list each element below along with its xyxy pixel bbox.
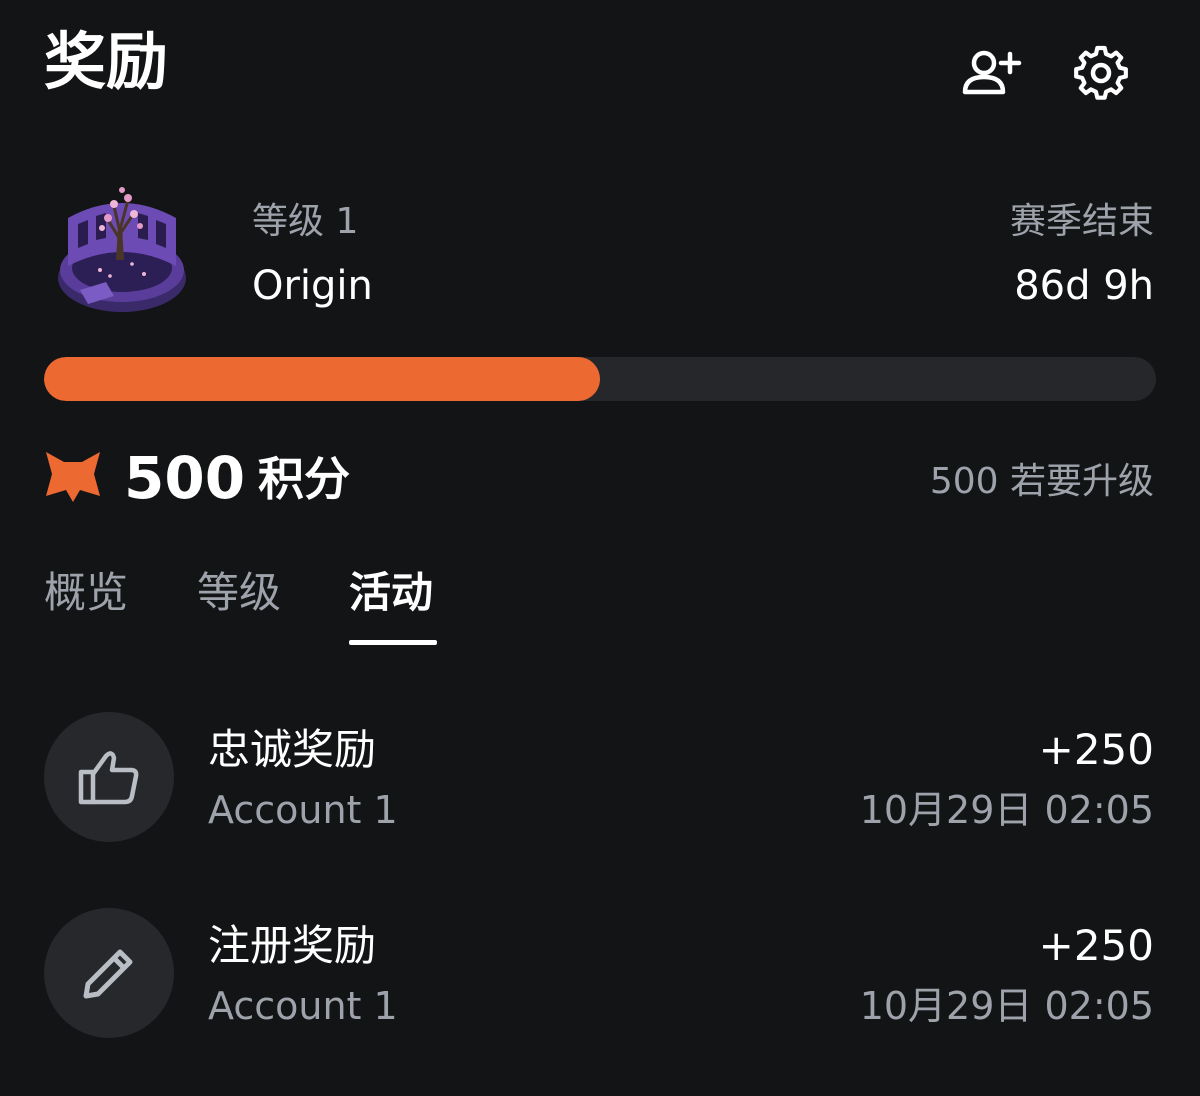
activity-points: +250: [1038, 725, 1154, 774]
level-name: Origin: [252, 263, 373, 309]
tab-levels[interactable]: 等级: [197, 566, 281, 620]
season-remaining: 86d 9h: [1014, 263, 1154, 309]
level-progress-bar: [44, 357, 1156, 401]
upgrade-requirement: 500 若要升级: [929, 461, 1154, 502]
list-item[interactable]: 注册奖励 Account 1 +250 10月29日 02:05: [0, 890, 1200, 1060]
tab-overview[interactable]: 概览: [44, 566, 128, 620]
settings-button[interactable]: [1066, 38, 1136, 108]
activity-title: 忠诚奖励: [208, 725, 377, 774]
season-end-label: 赛季结束: [1009, 201, 1154, 242]
thumbs-up-icon: [78, 751, 139, 805]
fox-points-icon: [44, 450, 102, 504]
level-label: 等级 1: [252, 201, 359, 242]
list-item[interactable]: 忠诚奖励 Account 1 +250 10月29日 02:05: [0, 694, 1200, 864]
points-unit: 积分: [258, 452, 350, 506]
active-tab-indicator: [349, 640, 437, 645]
add-user-button[interactable]: [956, 38, 1026, 108]
tab-activity[interactable]: 活动: [349, 566, 433, 620]
activity-account: Account 1: [208, 788, 398, 832]
activity-timestamp: 10月29日 02:05: [859, 788, 1154, 832]
activity-points: +250: [1038, 921, 1154, 970]
level-progress-fill: [44, 357, 600, 401]
activity-icon-badge: [44, 908, 174, 1038]
pencil-icon: [83, 949, 133, 999]
points-value: 500: [124, 444, 246, 512]
person-add-icon: [962, 50, 1022, 95]
gear-icon: [1074, 45, 1128, 100]
activity-account: Account 1: [208, 984, 398, 1028]
origin-level-artwork: [52, 178, 194, 320]
page-title: 奖励: [44, 25, 169, 98]
activity-timestamp: 10月29日 02:05: [859, 984, 1154, 1028]
activity-title: 注册奖励: [208, 921, 377, 970]
activity-icon-badge: [44, 712, 174, 842]
